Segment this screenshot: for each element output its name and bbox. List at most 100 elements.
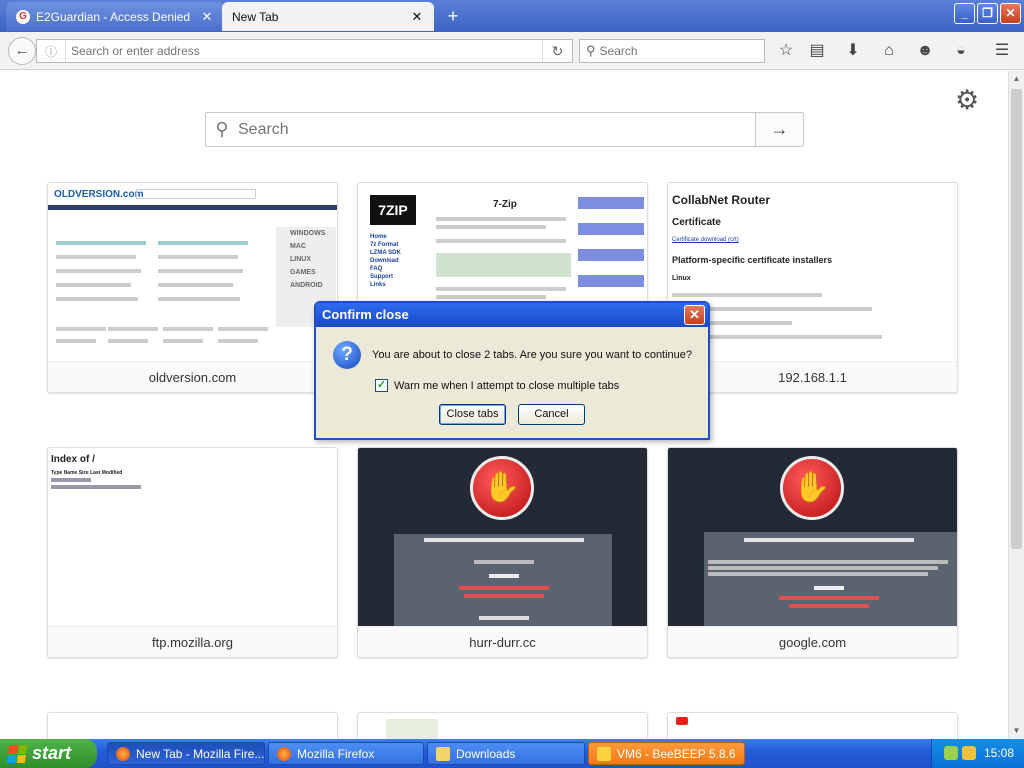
search-go-arrow-icon[interactable]: → bbox=[755, 113, 803, 146]
firefox-icon bbox=[116, 746, 130, 761]
hello-smiley-icon[interactable]: ☻ bbox=[915, 41, 935, 61]
tile-row3-3[interactable] bbox=[667, 712, 958, 739]
minimize-button[interactable]: _ bbox=[954, 3, 975, 24]
toolbar-search-box[interactable]: ⚲ bbox=[579, 39, 765, 63]
menu-link: 7z Format bbox=[370, 242, 399, 248]
taskbar-item-firefox[interactable]: Mozilla Firefox bbox=[268, 742, 424, 765]
ftp-columns: Type Name Size Last Modified bbox=[51, 470, 123, 476]
window-close-button[interactable]: ✕ bbox=[1000, 3, 1021, 24]
toolbar-search-input[interactable] bbox=[599, 44, 750, 58]
tile-ftp-mozilla[interactable]: Index of / Type Name Size Last Modified … bbox=[47, 447, 338, 658]
thumb-cat: WINDOWS bbox=[290, 230, 326, 237]
taskbar-item-downloads[interactable]: Downloads bbox=[427, 742, 585, 765]
tray-beebeep-icon[interactable] bbox=[962, 746, 976, 760]
clock: 15:08 bbox=[984, 746, 1015, 760]
youtube-icon bbox=[676, 717, 688, 725]
tab-e2guardian[interactable]: G E2Guardian - Access Denied ✕ bbox=[6, 2, 224, 31]
dialog-titlebar[interactable]: Confirm close ✕ bbox=[316, 303, 708, 327]
warn-checkbox[interactable]: ✓ bbox=[375, 379, 388, 392]
back-arrow-icon[interactable]: ← bbox=[8, 37, 36, 65]
newtab-search-box[interactable]: ⚲ → bbox=[205, 112, 804, 147]
7zip-logo: 7ZIP bbox=[370, 195, 416, 225]
block-notice-panel bbox=[394, 534, 612, 626]
scroll-down-arrow-icon[interactable]: ▼ bbox=[1009, 723, 1024, 739]
dialog-message: You are about to close 2 tabs. Are you s… bbox=[372, 349, 693, 361]
pocket-icon[interactable]: ◒ bbox=[951, 41, 971, 61]
tile-hurr-durr[interactable]: ✋ hurr-durr.cc bbox=[357, 447, 648, 658]
question-icon: ? bbox=[333, 341, 361, 369]
newtab-search-input[interactable] bbox=[238, 120, 755, 139]
warn-checkbox-label[interactable]: Warn me when I attempt to close multiple… bbox=[394, 380, 619, 392]
thumb-cat: GAMES bbox=[290, 269, 316, 276]
tile-label: ftp.mozilla.org bbox=[48, 626, 337, 657]
tile-router[interactable]: CollabNet Router Certificate Certificate… bbox=[667, 182, 958, 393]
menu-link: LZMA SDK bbox=[370, 250, 401, 256]
tile-thumbnail: OLDVERSION.com WINDOWS MAC LINUX GAMES A… bbox=[48, 183, 337, 361]
windows-flag-icon bbox=[6, 744, 28, 763]
scrollbar-thumb[interactable] bbox=[1011, 89, 1022, 549]
e2guardian-favicon-icon: G bbox=[16, 9, 30, 24]
router-linux-heading: Linux bbox=[672, 275, 691, 282]
tab-label: New Tab bbox=[232, 9, 279, 24]
windows-taskbar: start New Tab - Mozilla Fire... Mozilla … bbox=[0, 739, 1024, 768]
new-tab-plus-icon[interactable]: + bbox=[442, 5, 464, 27]
menu-link: FAQ bbox=[370, 266, 383, 272]
start-label: start bbox=[32, 743, 72, 763]
7zip-title: 7-Zip bbox=[493, 199, 517, 210]
tile-row3-1[interactable] bbox=[47, 712, 338, 739]
url-input[interactable] bbox=[65, 40, 542, 62]
stop-hand-icon: ✋ bbox=[470, 456, 534, 520]
thumb-nav bbox=[48, 205, 337, 210]
bookmark-star-icon[interactable]: ☆ bbox=[776, 41, 796, 61]
scroll-up-arrow-icon[interactable]: ▲ bbox=[1009, 71, 1024, 87]
tile-google[interactable]: ✋ google.com bbox=[667, 447, 958, 658]
taskbar-item-label: Downloads bbox=[456, 746, 516, 761]
hamburger-menu-icon[interactable]: ☰ bbox=[992, 41, 1012, 61]
tile-thumbnail: CollabNet Router Certificate Certificate… bbox=[668, 183, 957, 361]
menu-link: Links bbox=[370, 282, 386, 288]
search-icon: ⚲ bbox=[586, 43, 596, 58]
thumb-box bbox=[578, 249, 644, 261]
tile-row3-2[interactable] bbox=[357, 712, 648, 739]
beebeep-icon bbox=[597, 746, 611, 761]
taskbar-item-beebeep[interactable]: VM6 - BeeBEEP 5.8.6 bbox=[588, 742, 745, 765]
reading-list-icon[interactable]: ▤ bbox=[807, 41, 827, 61]
thumb-cat: ANDROID bbox=[290, 282, 323, 289]
router-installers-heading: Platform-specific certificate installers bbox=[672, 255, 833, 265]
tray-network-icon[interactable] bbox=[944, 746, 958, 760]
site-info-icon[interactable]: ⓘ bbox=[37, 43, 65, 60]
menu-link: Download bbox=[370, 258, 399, 264]
restore-button[interactable]: ❐ bbox=[977, 3, 998, 24]
cancel-button[interactable]: Cancel bbox=[518, 404, 585, 425]
thumb-cat: MAC bbox=[290, 243, 306, 250]
tab-label: E2Guardian - Access Denied bbox=[36, 9, 191, 24]
system-tray: 15:08 bbox=[931, 739, 1024, 768]
start-button[interactable]: start bbox=[0, 739, 97, 768]
firefox-icon bbox=[277, 746, 291, 761]
vertical-scrollbar[interactable]: ▲ ▼ bbox=[1008, 71, 1024, 739]
menu-link: Home bbox=[370, 234, 387, 240]
close-icon[interactable]: ✕ bbox=[200, 9, 214, 25]
taskbar-item-new-tab[interactable]: New Tab - Mozilla Fire... bbox=[107, 742, 265, 765]
downloads-arrow-icon[interactable]: ⬇ bbox=[843, 41, 863, 61]
tab-new-tab[interactable]: New Tab ✕ bbox=[222, 2, 434, 31]
close-tabs-button[interactable]: Close tabs bbox=[439, 404, 506, 425]
confirm-close-dialog: Confirm close ✕ ? You are about to close… bbox=[314, 301, 710, 440]
home-icon[interactable]: ⌂ bbox=[879, 41, 899, 61]
ftp-index-title: Index of / bbox=[51, 454, 95, 465]
tile-thumbnail bbox=[386, 719, 438, 739]
tile-label: hurr-durr.cc bbox=[358, 626, 647, 657]
tile-oldversion[interactable]: OLDVERSION.com WINDOWS MAC LINUX GAMES A… bbox=[47, 182, 338, 393]
tile-label: oldversion.com bbox=[48, 361, 337, 392]
gear-icon[interactable]: ⚙ bbox=[955, 87, 979, 114]
router-title: CollabNet Router bbox=[672, 193, 771, 207]
thumb-box bbox=[578, 275, 644, 287]
tile-thumbnail: Index of / Type Name Size Last Modified bbox=[48, 448, 337, 626]
thumb-box bbox=[578, 223, 644, 235]
reload-icon[interactable]: ↻ bbox=[542, 40, 572, 62]
dialog-close-button[interactable]: ✕ bbox=[684, 305, 705, 325]
close-icon[interactable]: ✕ bbox=[410, 9, 424, 25]
url-bar[interactable]: ⓘ ↻ bbox=[36, 39, 573, 63]
thumb-table bbox=[436, 253, 571, 277]
taskbar-item-label: Mozilla Firefox bbox=[297, 746, 375, 761]
